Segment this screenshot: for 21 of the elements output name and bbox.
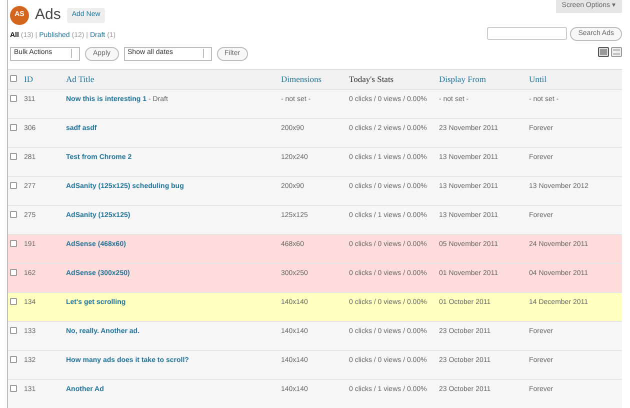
row-checkbox[interactable] [10, 240, 17, 246]
row-checkbox[interactable] [10, 124, 17, 130]
column-header[interactable]: Until [527, 69, 622, 89]
column-header[interactable]: Display From [437, 69, 527, 89]
row-checkbox[interactable] [10, 210, 17, 218]
row-checkbox[interactable] [10, 268, 17, 276]
row-checkbox[interactable] [10, 182, 17, 188]
row-checkbox[interactable] [10, 326, 17, 334]
column-header[interactable]: ID [22, 69, 64, 89]
row-checkbox[interactable] [10, 94, 17, 102]
column-header: Today's Stats [347, 69, 437, 89]
row-checkbox[interactable] [10, 152, 17, 160]
row-checkbox[interactable] [10, 356, 17, 362]
column-header[interactable]: Dimensions [279, 69, 347, 89]
select-all-checkbox[interactable] [10, 74, 17, 82]
list-view-icon[interactable] [598, 46, 609, 57]
row-checkbox[interactable] [10, 384, 17, 392]
column-header[interactable]: Ad Title [64, 69, 279, 89]
row-checkbox[interactable] [10, 298, 17, 304]
search-field[interactable] [487, 26, 568, 40]
page-title: Ads [35, 5, 61, 26]
